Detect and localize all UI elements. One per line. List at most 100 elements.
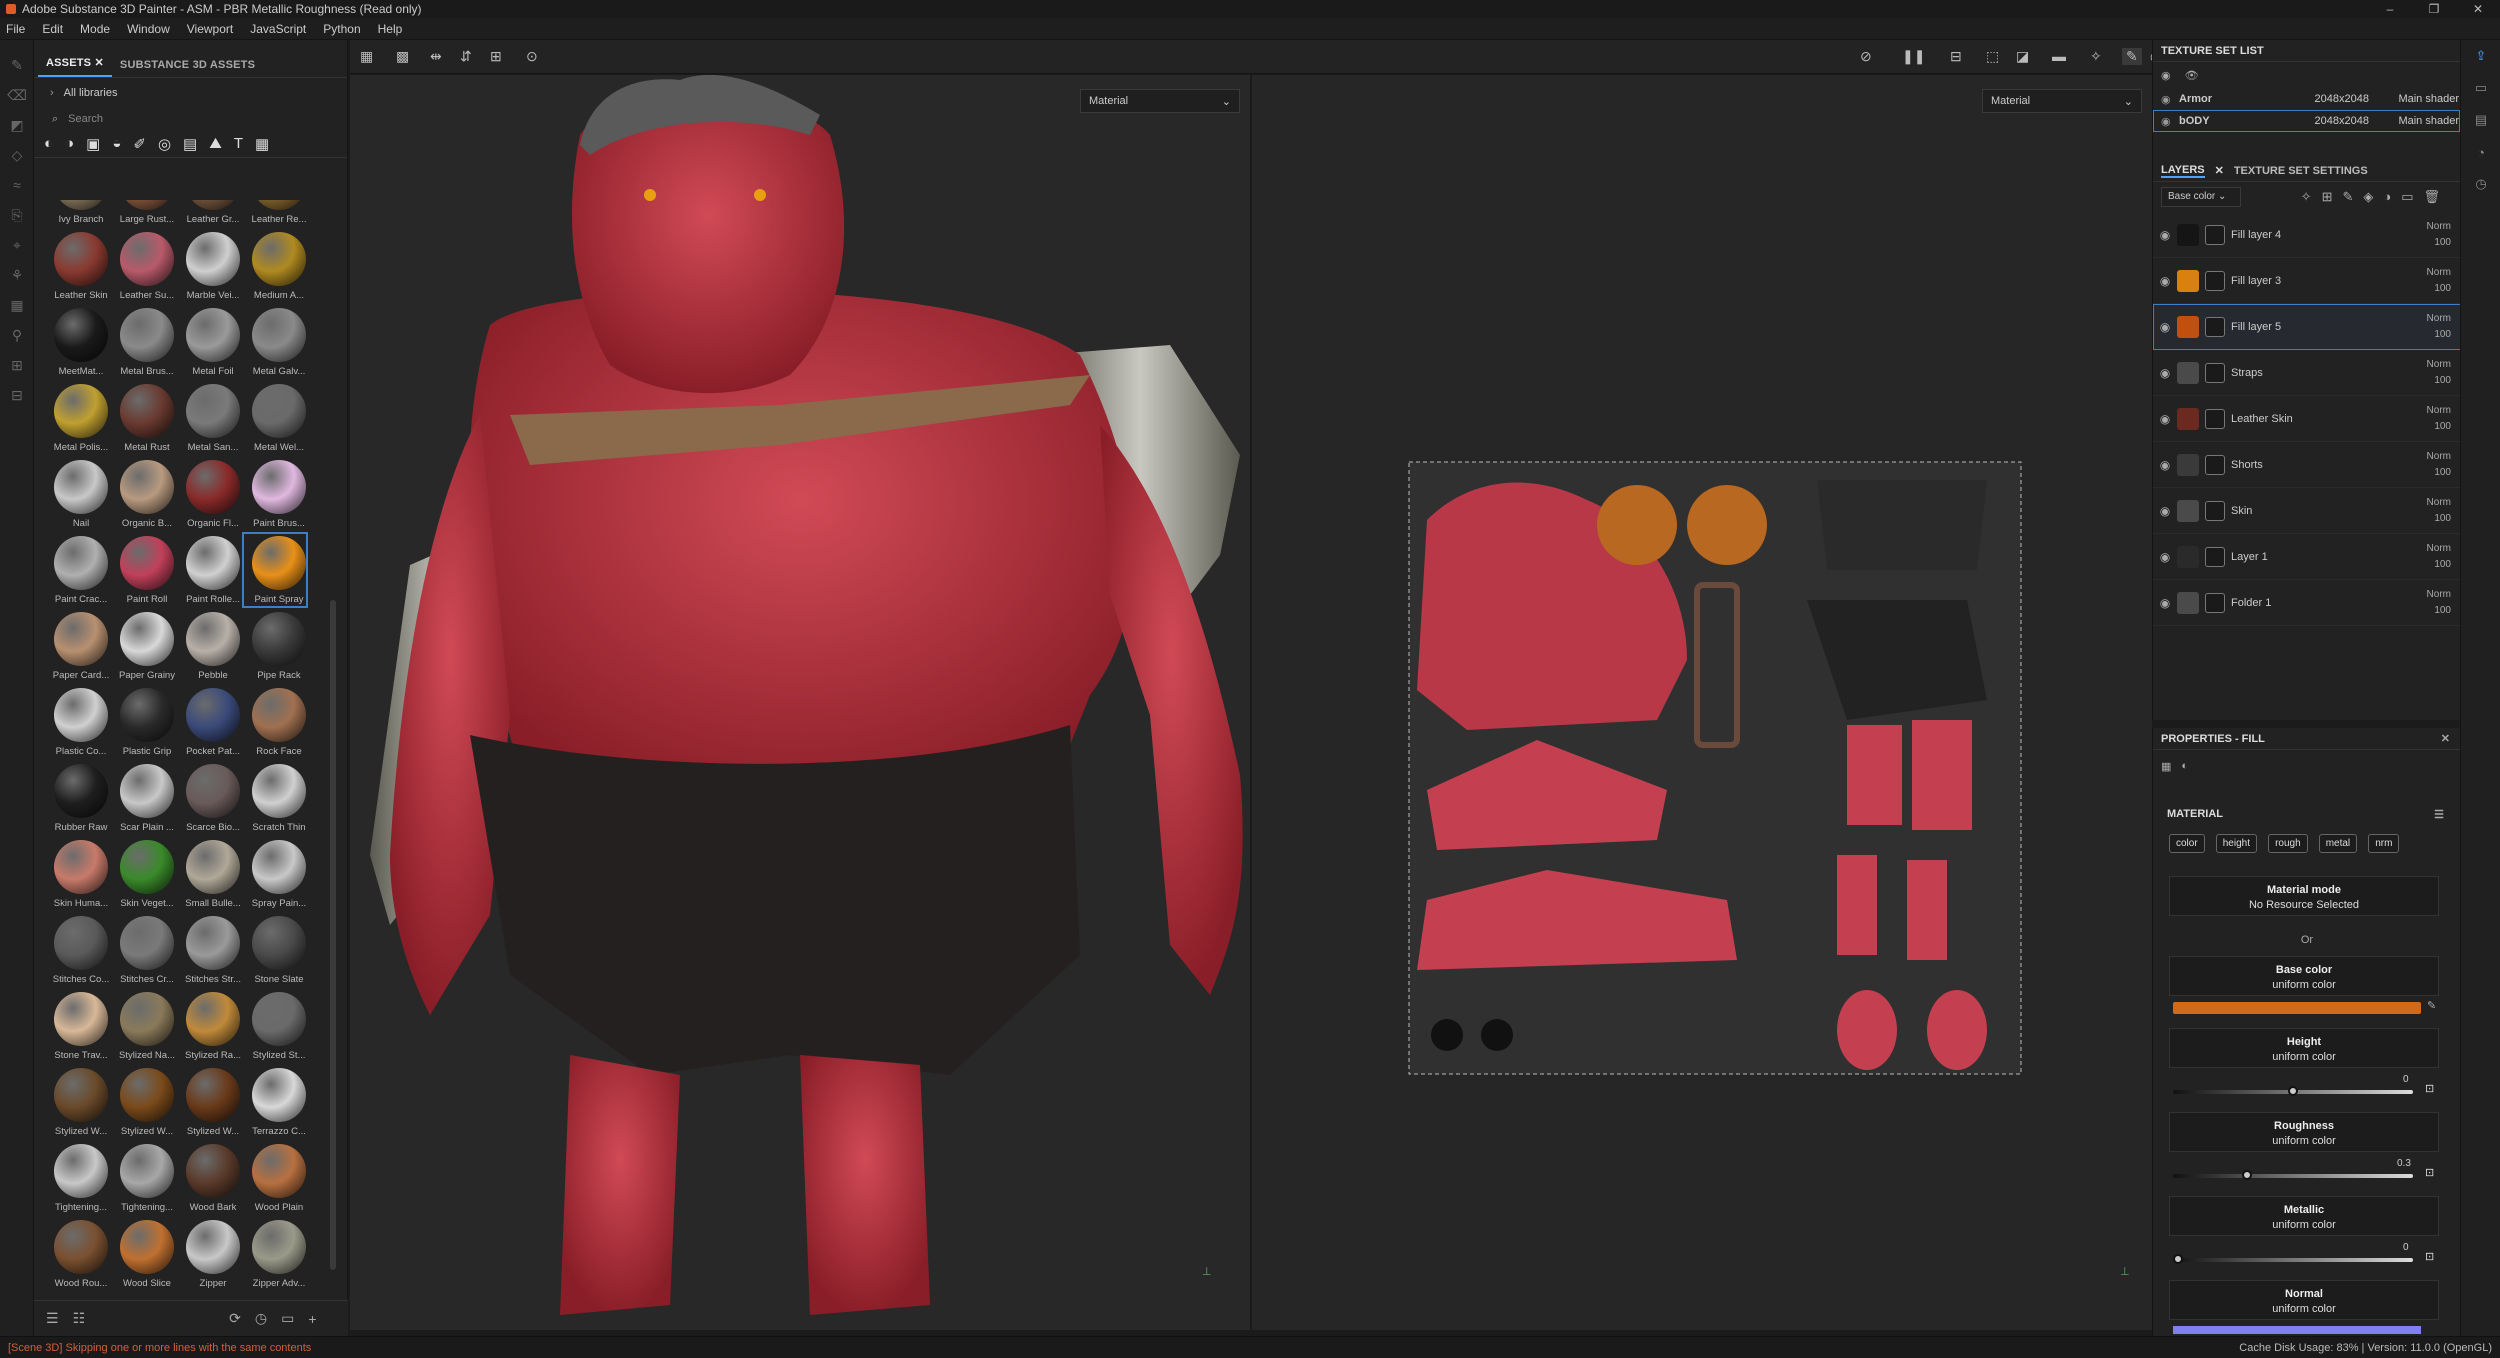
- asset-item[interactable]: Stone Trav...: [44, 988, 110, 1064]
- asset-item[interactable]: Wood Rou...: [44, 1216, 110, 1292]
- asset-item[interactable]: Stylized Na...: [110, 988, 176, 1064]
- fill-tab-icon[interactable]: ▦: [2161, 760, 2171, 773]
- asset-item[interactable]: Metal Foil: [176, 304, 242, 380]
- polygon-fill-icon[interactable]: ▦: [0, 290, 34, 320]
- mask-icon[interactable]: [2205, 362, 2225, 383]
- asset-item[interactable]: Scarce Bio...: [176, 760, 242, 836]
- mask-icon[interactable]: [2205, 224, 2225, 245]
- metallic-slider[interactable]: [2173, 1254, 2413, 1264]
- mask-icon[interactable]: [2205, 500, 2225, 521]
- asset-item[interactable]: Pebble: [176, 608, 242, 684]
- layer-row[interactable]: ◉ Shorts Norm 100: [2153, 442, 2461, 488]
- eye-icon[interactable]: ◉: [2153, 228, 2177, 242]
- close-icon[interactable]: ✕: [2441, 732, 2450, 745]
- asset-item[interactable]: Stylized St...: [242, 988, 308, 1064]
- menu-help[interactable]: Help: [378, 22, 403, 36]
- material-tab-icon[interactable]: ◐: [2181, 760, 2188, 772]
- layer-row[interactable]: ◉ Leather Skin Norm 100: [2153, 396, 2461, 442]
- breadcrumb[interactable]: › All libraries: [34, 78, 347, 108]
- maximize-button[interactable]: ❐: [2412, 0, 2456, 18]
- bake-icon[interactable]: ⚘: [0, 260, 34, 290]
- asset-item[interactable]: Stylized Ra...: [176, 988, 242, 1064]
- layer-row[interactable]: ◉ Skin Norm 100: [2153, 488, 2461, 534]
- asset-item[interactable]: Leather Su...: [110, 228, 176, 304]
- reset-camera-icon[interactable]: ⊙: [526, 48, 538, 65]
- eye-icon[interactable]: ◉: [2153, 320, 2177, 334]
- close-window-button[interactable]: ✕: [2456, 0, 2500, 18]
- menu-icon[interactable]: ☰: [2434, 808, 2444, 821]
- eraser-icon[interactable]: ⌫: [0, 80, 34, 110]
- random-icon[interactable]: ⊡: [2425, 1082, 2434, 1095]
- hide-icon[interactable]: ⊘: [1860, 48, 1872, 65]
- asset-item[interactable]: Metal Brus...: [110, 304, 176, 380]
- height-slider-knob[interactable]: [2288, 1086, 2298, 1096]
- history-icon[interactable]: ◷: [255, 1310, 267, 1327]
- layer-blend[interactable]: Norm 100: [2417, 357, 2461, 389]
- eyedropper-icon[interactable]: ⚲: [0, 320, 34, 350]
- menu-javascript[interactable]: JavaScript: [250, 22, 306, 36]
- menu-python[interactable]: Python: [323, 22, 360, 36]
- asset-item[interactable]: Terrazzo C...: [242, 1064, 308, 1140]
- environment-icon[interactable]: ◔: [2461, 136, 2500, 168]
- asset-item[interactable]: Paint Roll: [110, 532, 176, 608]
- height-slider[interactable]: [2173, 1086, 2413, 1096]
- tab-texture-set-settings[interactable]: TEXTURE SET SETTINGS: [2234, 165, 2368, 177]
- roughness-slider-knob[interactable]: [2242, 1170, 2252, 1180]
- channel-select[interactable]: Base color ⌄: [2161, 187, 2241, 207]
- viewport-2d[interactable]: Material ⌄ ⊥: [1252, 75, 2152, 1330]
- layer-row[interactable]: ◉ Folder 1 Norm 100: [2153, 580, 2461, 626]
- particle-filter-icon[interactable]: ◎: [158, 135, 171, 153]
- asset-item[interactable]: Spray Pain...: [242, 836, 308, 912]
- menu-window[interactable]: Window: [127, 22, 170, 36]
- asset-item[interactable]: Scratch Thin: [242, 760, 308, 836]
- eye-icon[interactable]: ◉: [2153, 596, 2177, 610]
- mirror-icon[interactable]: ⇹: [430, 48, 442, 65]
- asset-item[interactable]: Marble Vei...: [176, 228, 242, 304]
- metallic-slider-knob[interactable]: [2173, 1254, 2183, 1264]
- asset-item[interactable]: Metal Wel...: [242, 380, 308, 456]
- asset-item[interactable]: Skin Huma...: [44, 836, 110, 912]
- list-view-icon[interactable]: ☰: [46, 1310, 59, 1327]
- tab-layers[interactable]: LAYERS: [2161, 164, 2205, 178]
- text-filter-icon[interactable]: T: [234, 135, 243, 152]
- measure-icon[interactable]: ⊞: [0, 350, 34, 380]
- normal-box[interactable]: Normal uniform color: [2169, 1280, 2439, 1320]
- texture-set-row[interactable]: ◉ bODY 2048x2048 Main shader: [2153, 110, 2460, 132]
- layer-row[interactable]: ◉ Fill layer 3 Norm 100: [2153, 258, 2461, 304]
- asset-item[interactable]: Metal Galv...: [242, 304, 308, 380]
- tab-assets[interactable]: ASSETS ✕: [38, 56, 112, 77]
- asset-item[interactable]: Scar Plain ...: [110, 760, 176, 836]
- layer-blend[interactable]: Norm 100: [2417, 587, 2461, 619]
- channel-color-button[interactable]: color: [2169, 834, 2205, 853]
- asset-item[interactable]: Skin Veget...: [110, 836, 176, 912]
- shader-settings-icon[interactable]: ▤: [2461, 104, 2500, 136]
- texture-set-row[interactable]: ◉ Armor 2048x2048 Main shader: [2153, 88, 2460, 110]
- add-icon[interactable]: +: [308, 1311, 316, 1327]
- normal-color-swatch[interactable]: [2173, 1326, 2421, 1334]
- asset-item[interactable]: Wood Plain: [242, 1140, 308, 1216]
- eye-icon[interactable]: ◉: [2153, 274, 2177, 288]
- display-settings-icon[interactable]: ▭: [2461, 72, 2500, 104]
- roughness-box[interactable]: Roughness uniform color: [2169, 1112, 2439, 1152]
- split-view-icon[interactable]: ▩: [396, 48, 409, 65]
- channel-height-button[interactable]: height: [2215, 834, 2257, 853]
- menu-mode[interactable]: Mode: [80, 22, 110, 36]
- refresh-icon[interactable]: ⟳: [229, 1310, 241, 1327]
- visibility-icon[interactable]: ◉: [2161, 69, 2171, 82]
- mask-filter-icon[interactable]: ▣: [86, 135, 100, 153]
- material-mode-box[interactable]: Material mode No Resource Selected: [2169, 876, 2439, 916]
- asset-item[interactable]: Wood Bark: [176, 1140, 242, 1216]
- asset-item[interactable]: Metal Polis...: [44, 380, 110, 456]
- roughness-slider[interactable]: [2173, 1170, 2413, 1180]
- filter-list-icon[interactable]: ☷: [73, 1310, 86, 1327]
- eye-icon[interactable]: ◉: [2153, 504, 2177, 518]
- asset-item[interactable]: Stylized W...: [110, 1064, 176, 1140]
- projection-icon[interactable]: ◩: [0, 110, 34, 140]
- layer-blend[interactable]: Norm 100: [2417, 311, 2461, 343]
- asset-item[interactable]: Stitches Str...: [176, 912, 242, 988]
- layer-row[interactable]: ◉ Straps Norm 100: [2153, 350, 2461, 396]
- asset-item[interactable]: Tightening...: [110, 1140, 176, 1216]
- material-picker-icon[interactable]: ⌖: [0, 230, 34, 260]
- asset-item[interactable]: Large Rust...: [110, 200, 176, 228]
- eye-icon[interactable]: ◉: [2153, 412, 2177, 426]
